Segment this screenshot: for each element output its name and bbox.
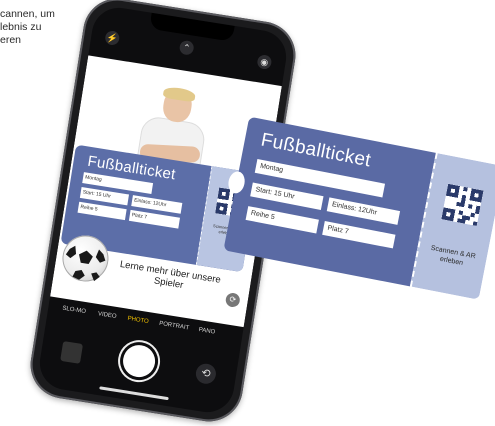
live-photo-icon[interactable]: ◉ (256, 54, 273, 71)
mode-slo-mo[interactable]: SLO-MO (62, 306, 86, 316)
mode-video[interactable]: VIDEO (97, 311, 116, 320)
shutter-button[interactable] (120, 342, 158, 380)
ticket-row: Reihe 5 (245, 206, 319, 234)
qr-code[interactable] (441, 183, 484, 227)
large-ticket: Fußballticket Montag Start: 15 Uhr Einla… (223, 116, 495, 300)
ticket-start: Start: 15 Uhr (250, 182, 324, 210)
ticket-entry: Einlass: 12Uhr (326, 197, 401, 225)
football-image (59, 232, 112, 285)
mode-photo[interactable]: PHOTO (127, 316, 149, 325)
photo-thumbnail[interactable] (60, 341, 84, 364)
ticket-seat: Platz 7 (322, 220, 396, 249)
ticket-stub-text: Scannen & AR erleben (430, 244, 477, 268)
small-ticket-row: Reihe 5 (77, 201, 127, 221)
mode-portrait[interactable]: PORTRAIT (159, 321, 190, 332)
intro-text: cannen, um lebnis zu eren (0, 8, 55, 46)
mode-pano[interactable]: PANO (198, 327, 215, 336)
football-pattern-icon (65, 245, 106, 282)
camera-flip-icon[interactable]: ⟲ (194, 362, 218, 386)
ar-icon[interactable]: ⟳ (224, 292, 241, 309)
chevron-up-icon[interactable]: ⌃ (178, 39, 195, 56)
flash-icon[interactable]: ⚡ (104, 29, 121, 46)
small-ticket-seat: Platz 7 (128, 209, 180, 229)
